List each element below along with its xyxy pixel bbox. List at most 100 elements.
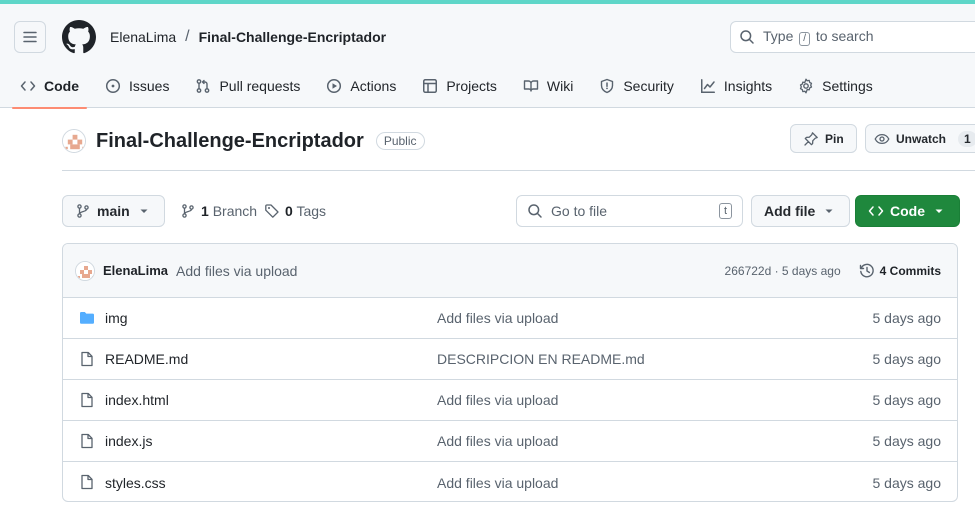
breadcrumb-separator: / <box>185 28 190 45</box>
watchers-count: 1 <box>958 130 975 147</box>
file-commit-age: 5 days ago <box>872 433 942 449</box>
identicon-icon <box>76 261 94 280</box>
tab-label: Pull requests <box>219 78 301 94</box>
tab-code[interactable]: Code <box>12 64 87 109</box>
file-commit-age: 5 days ago <box>872 351 942 367</box>
triangle-down-icon <box>140 209 148 213</box>
tab-label: Settings <box>822 78 873 94</box>
go-to-file-input[interactable]: Go to file t <box>516 195 743 227</box>
git-branch-icon <box>182 204 194 218</box>
commits-history-link[interactable]: 4 Commits <box>859 263 941 279</box>
hamburger-icon <box>23 31 37 43</box>
tags-link[interactable]: 0 Tags <box>264 195 326 227</box>
file-name[interactable]: README.md <box>105 351 188 367</box>
owner-avatar[interactable] <box>62 129 86 153</box>
latest-commit-bar: ElenaLima Add files via upload 266722d ·… <box>63 244 957 298</box>
github-logo-icon[interactable] <box>62 20 96 54</box>
file-name[interactable]: index.js <box>105 433 152 449</box>
hamburger-menu-button[interactable] <box>14 21 46 53</box>
branch-name: main <box>97 203 130 219</box>
repo-nav-tabs: Code Issues Pull requests Actions Projec… <box>12 64 891 109</box>
git-branch-icon <box>77 204 89 218</box>
issue-icon <box>105 78 121 94</box>
branch-count: 1 <box>201 203 209 219</box>
unwatch-button[interactable]: Unwatch 1 <box>865 124 975 153</box>
pull-request-icon <box>197 79 210 93</box>
pin-button[interactable]: Pin <box>790 124 857 153</box>
go-to-file-placeholder: Go to file <box>551 203 608 219</box>
file-commit-age: 5 days ago <box>872 310 942 326</box>
unwatch-label: Unwatch <box>896 131 947 146</box>
file-row-index-js[interactable]: index.js Add files via upload 5 days ago <box>63 421 957 462</box>
play-icon <box>327 78 342 94</box>
file-name[interactable]: styles.css <box>105 475 166 491</box>
commit-sha-time[interactable]: 266722d · 5 days ago <box>725 264 841 278</box>
search-shortcut-key: / <box>799 32 811 46</box>
breadcrumb-owner-link[interactable]: ElenaLima <box>110 29 176 45</box>
tab-label: Security <box>623 78 674 94</box>
commits-count: 4 Commits <box>879 263 941 278</box>
tab-settings[interactable]: Settings <box>790 64 881 108</box>
file-name[interactable]: index.html <box>105 392 169 408</box>
gear-icon <box>800 78 813 94</box>
repo-title-bar: Final-Challenge-Encriptador Public <box>62 126 425 156</box>
triangle-down-icon <box>825 209 833 213</box>
tab-label: Wiki <box>546 78 574 94</box>
go-to-file-shortcut: t <box>718 203 732 219</box>
branches-link[interactable]: 1 Branch <box>180 195 257 227</box>
global-header: ElenaLima / Final-Challenge-Encriptador … <box>0 4 975 109</box>
code-button-label: Code <box>890 203 925 219</box>
file-commit-message[interactable]: Add files via upload <box>437 392 558 408</box>
commit-meta: 266722d · 5 days ago 4 Commits <box>725 263 941 279</box>
tag-count-label: Tags <box>296 203 327 219</box>
file-commit-message[interactable]: DESCRIPCION EN README.md <box>437 351 645 367</box>
header-divider <box>62 170 975 171</box>
pin-icon <box>804 131 818 146</box>
breadcrumb-repo-link[interactable]: Final-Challenge-Encriptador <box>199 29 386 45</box>
tab-actions[interactable]: Actions <box>318 64 404 108</box>
table-icon <box>423 79 438 93</box>
tab-label: Code <box>44 78 79 94</box>
tab-insights[interactable]: Insights <box>692 64 780 108</box>
branch-select-button[interactable]: main <box>62 195 165 227</box>
triangle-down-icon <box>935 209 943 213</box>
code-icon <box>868 206 884 216</box>
file-commit-message[interactable]: Add files via upload <box>437 310 558 326</box>
search-icon <box>740 30 754 44</box>
file-commit-age: 5 days ago <box>872 474 942 491</box>
file-commit-message[interactable]: Add files via upload <box>437 475 558 491</box>
eye-icon <box>874 133 890 144</box>
file-commit-message[interactable]: Add files via upload <box>437 433 558 449</box>
file-icon <box>81 474 93 490</box>
tab-pull-requests[interactable]: Pull requests <box>187 64 308 108</box>
tab-projects[interactable]: Projects <box>414 64 505 108</box>
file-icon <box>81 392 93 408</box>
commit-message[interactable]: Add files via upload <box>176 263 297 279</box>
file-row-img[interactable]: img Add files via upload 5 days ago <box>63 298 957 339</box>
commit-author[interactable]: ElenaLima <box>103 263 168 278</box>
branch-count-label: Branch <box>212 203 258 219</box>
code-button[interactable]: Code <box>855 195 960 227</box>
file-row-readme[interactable]: README.md DESCRIPCION EN README.md 5 day… <box>63 339 957 380</box>
file-row-styles-css[interactable]: styles.css Add files via upload 5 days a… <box>63 462 957 501</box>
repo-name[interactable]: Final-Challenge-Encriptador <box>96 130 364 153</box>
add-file-button[interactable]: Add file <box>751 195 851 227</box>
tag-icon <box>265 204 279 218</box>
book-icon <box>523 80 539 92</box>
file-icon <box>81 351 93 367</box>
code-icon <box>20 81 36 91</box>
folder-icon <box>80 312 94 324</box>
visibility-badge: Public <box>375 132 425 150</box>
breadcrumb: ElenaLima / Final-Challenge-Encriptador <box>110 28 386 46</box>
tab-security[interactable]: Security <box>591 64 682 108</box>
global-search-input[interactable]: Type / to search <box>730 21 975 53</box>
tab-issues[interactable]: Issues <box>97 64 177 108</box>
graph-icon <box>700 79 715 93</box>
file-name[interactable]: img <box>105 310 128 326</box>
add-file-label: Add file <box>764 203 816 219</box>
file-row-index-html[interactable]: index.html Add files via upload 5 days a… <box>63 380 957 421</box>
tab-wiki[interactable]: Wiki <box>515 64 581 108</box>
file-browser: ElenaLima Add files via upload 266722d ·… <box>62 243 958 502</box>
history-icon <box>859 263 874 277</box>
commit-author-avatar[interactable] <box>75 260 95 281</box>
